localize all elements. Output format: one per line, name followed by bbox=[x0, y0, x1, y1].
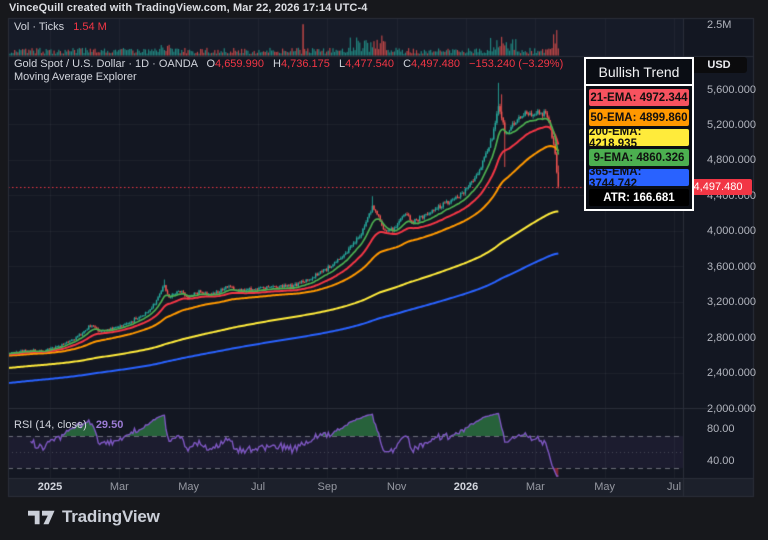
time-axis-label: Mar bbox=[110, 481, 129, 493]
tradingview-snapshot: VinceQuill created with TradingView.com,… bbox=[0, 0, 768, 540]
high-label: H bbox=[273, 58, 281, 70]
last-price-badge: 4,497.480 bbox=[684, 179, 752, 195]
time-axis-label: Jul bbox=[251, 481, 265, 493]
price-axis-label: 2,000.000 bbox=[707, 403, 756, 415]
open-value: 4,659.990 bbox=[215, 58, 264, 70]
close-value: 4,497.480 bbox=[411, 58, 460, 70]
time-axis-label: 2025 bbox=[38, 481, 62, 493]
price-axis-label: 5,200.000 bbox=[707, 119, 756, 131]
volume-scale-label: 2.5M bbox=[707, 19, 731, 31]
legend-ema365-chip: 365-EMA: 3744.742 bbox=[589, 169, 689, 186]
legend-ema50-chip: 50-EMA: 4899.860 bbox=[589, 109, 689, 126]
legend-atr-chip: ATR: 166.681 bbox=[589, 189, 689, 206]
price-axis-label: 4,000.000 bbox=[707, 225, 756, 237]
attribution-text: VinceQuill created with TradingView.com,… bbox=[9, 2, 367, 14]
price-axis-label: 3,600.000 bbox=[707, 261, 756, 273]
price-axis-label: 5,600.000 bbox=[707, 84, 756, 96]
tradingview-logo-icon bbox=[28, 509, 55, 526]
time-axis-label: Sep bbox=[318, 481, 338, 493]
rsi-axis-label: 80.00 bbox=[707, 423, 735, 435]
price-axis-label: 3,200.000 bbox=[707, 296, 756, 308]
change-value: −153.240 (−3.29%) bbox=[469, 58, 563, 70]
time-axis-label: Nov bbox=[387, 481, 407, 493]
bullish-trend-panel: Bullish Trend 21-EMA: 4972.344 50-EMA: 4… bbox=[584, 57, 694, 211]
price-axis-label: 2,400.000 bbox=[707, 367, 756, 379]
price-axis-label: 2,800.000 bbox=[707, 332, 756, 344]
symbol-title: Gold Spot / U.S. Dollar · 1D · OANDA bbox=[14, 58, 197, 70]
close-label: C bbox=[403, 58, 411, 70]
time-axis-label: 2026 bbox=[454, 481, 478, 493]
symbol-legend[interactable]: Gold Spot / U.S. Dollar · 1D · OANDA O4,… bbox=[14, 58, 563, 70]
legend-ema200-chip: 200-EMA: 4218.935 bbox=[589, 129, 689, 146]
ma-explorer-legend[interactable]: Moving Average Explorer bbox=[14, 71, 137, 83]
time-axis-label: Mar bbox=[526, 481, 545, 493]
price-axis-label: 4,800.000 bbox=[707, 154, 756, 166]
time-axis-label: Jul bbox=[667, 481, 681, 493]
volume-indicator-legend[interactable]: Vol · Ticks 1.54 M bbox=[14, 21, 107, 33]
high-value: 4,736.175 bbox=[281, 58, 330, 70]
rsi-indicator-legend[interactable]: RSI (14, close) 29.50 bbox=[14, 419, 123, 431]
time-axis-label: May bbox=[594, 481, 615, 493]
tradingview-logo-text: TradingView bbox=[62, 507, 160, 527]
low-value: 4,477.540 bbox=[345, 58, 394, 70]
ma-explorer-label: Moving Average Explorer bbox=[14, 71, 137, 83]
open-label: O bbox=[206, 58, 215, 70]
volume-indicator-value: 1.54 M bbox=[73, 21, 107, 33]
legend-ema21-chip: 21-EMA: 4972.344 bbox=[589, 89, 689, 106]
trend-status-title: Bullish Trend bbox=[586, 59, 692, 86]
rsi-indicator-value: 29.50 bbox=[96, 419, 124, 431]
rsi-indicator-label: RSI (14, close) bbox=[14, 419, 87, 431]
rsi-axis-label: 40.00 bbox=[707, 455, 735, 467]
currency-badge[interactable]: USD bbox=[691, 57, 747, 73]
volume-indicator-label: Vol · Ticks bbox=[14, 21, 64, 33]
time-axis-label: May bbox=[178, 481, 199, 493]
legend-ema9-chip: 9-EMA: 4860.326 bbox=[589, 149, 689, 166]
tradingview-logo[interactable]: TradingView bbox=[28, 507, 160, 527]
